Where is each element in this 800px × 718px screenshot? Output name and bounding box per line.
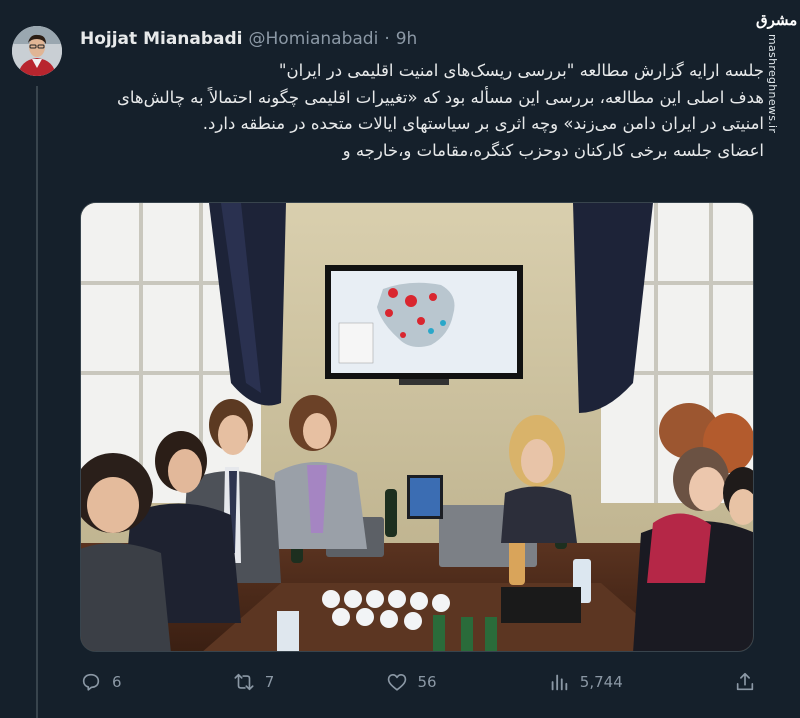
watermark-site: mashreghnews.ir (766, 34, 779, 134)
header-separator: · (384, 29, 390, 49)
like-button[interactable]: 56 (386, 671, 437, 693)
tweet-line-3: اعضای جلسه برخی کارکنان دوحزب کنگره،مقام… (342, 140, 764, 160)
tweet-text: جلسه ارایه گزارش مطالعه "بررسی ریسک‌های … (78, 58, 764, 164)
retweet-button[interactable]: 7 (233, 671, 275, 693)
watermark-logo: مشرق (756, 11, 798, 29)
avatar-image (12, 26, 62, 76)
tweet-actions: 6 7 56 5,744 (80, 668, 756, 696)
reply-count: 6 (112, 673, 122, 691)
thread-line (36, 86, 38, 718)
author-name[interactable]: Hojjat Mianabadi (80, 29, 243, 49)
like-count: 56 (417, 673, 437, 691)
retweet-count: 7 (264, 673, 275, 691)
tweet-line-2: هدف اصلی این مطالعه، بررسی این مسأله بود… (116, 87, 764, 134)
meeting-photo (81, 203, 753, 651)
view-count: 5,744 (579, 673, 623, 691)
share-icon (736, 672, 754, 691)
share-button[interactable] (734, 671, 756, 693)
views-chart-icon (551, 674, 568, 691)
views-button[interactable]: 5,744 (548, 671, 623, 693)
avatar[interactable] (12, 26, 62, 76)
retweet-icon (234, 673, 254, 691)
tweet-header: Hojjat Mianabadi @Homianabadi · 9h (80, 27, 417, 51)
heart-icon (387, 674, 406, 691)
reply-icon (82, 673, 100, 691)
tweet-time[interactable]: 9h (396, 29, 418, 49)
author-handle[interactable]: @Homianabadi (249, 29, 379, 49)
tweet-photo[interactable] (80, 202, 754, 652)
tweet-line-1: جلسه ارایه گزارش مطالعه "بررسی ریسک‌های … (278, 61, 764, 80)
reply-button[interactable]: 6 (80, 671, 122, 693)
